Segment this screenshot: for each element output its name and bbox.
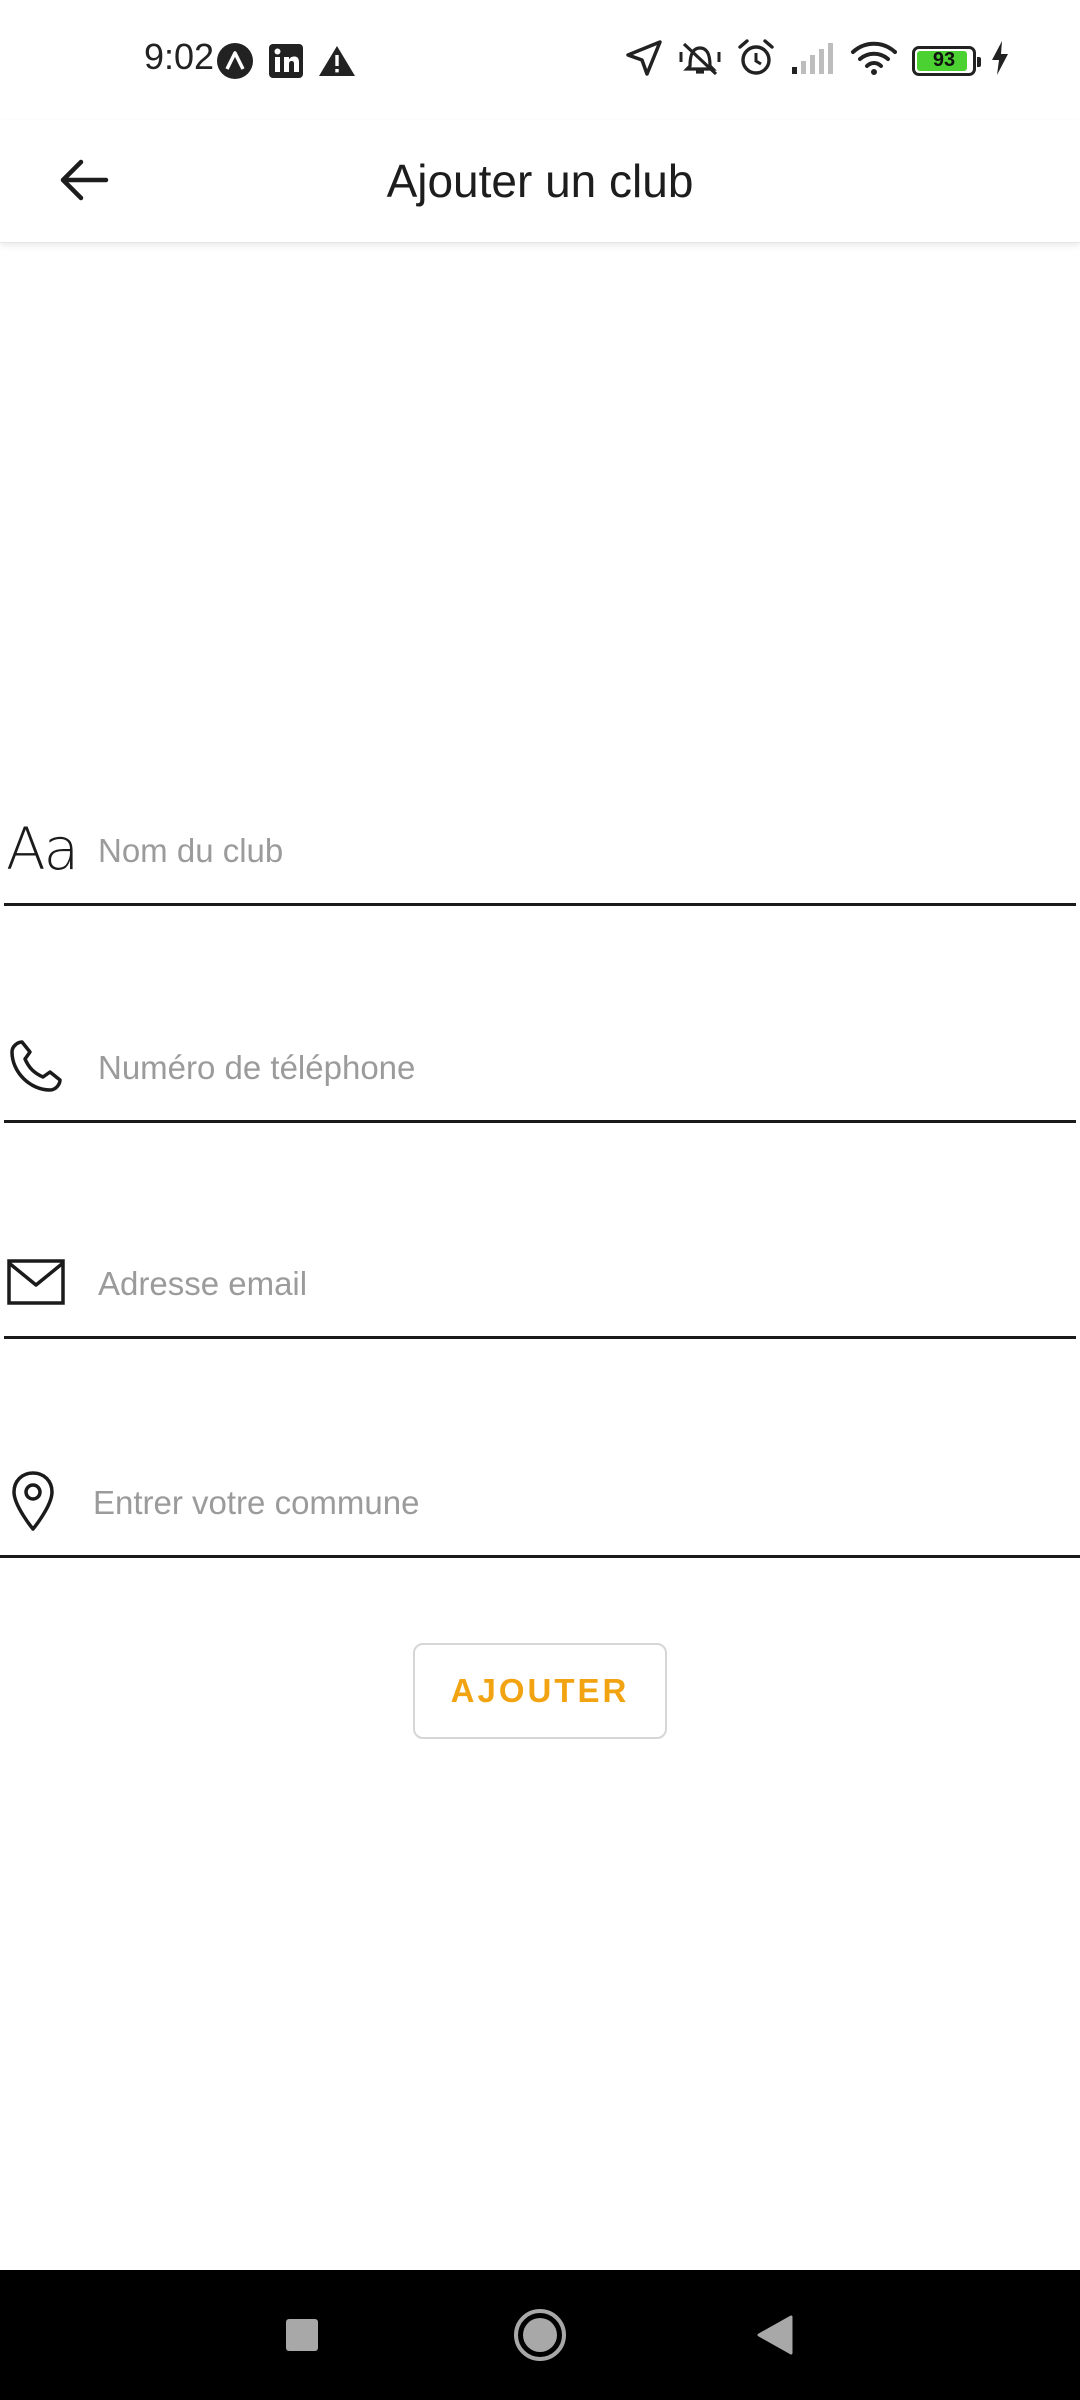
battery-level-text: 93 xyxy=(932,49,956,71)
battery-icon: 93 xyxy=(912,45,981,76)
alarm-icon xyxy=(736,38,776,83)
back-button[interactable] xyxy=(44,140,124,220)
club-name-underline xyxy=(4,903,1076,906)
home-button[interactable] xyxy=(500,2295,580,2375)
phone-underline xyxy=(4,1120,1076,1123)
email-row xyxy=(0,1229,1080,1339)
status-bar: 9:02 93 xyxy=(0,0,1080,120)
charging-icon xyxy=(990,40,1010,81)
phone-row xyxy=(0,1013,1080,1123)
nav-back-button[interactable] xyxy=(734,2295,814,2375)
email-underline xyxy=(4,1336,1076,1339)
mail-icon xyxy=(6,1247,76,1317)
warning-icon xyxy=(318,44,356,83)
email-input[interactable] xyxy=(98,1249,1058,1319)
add-button[interactable]: AJOUTER xyxy=(413,1643,667,1739)
app-bar: Ajouter un club xyxy=(0,120,1080,243)
wifi-icon xyxy=(850,39,898,82)
screen: 9:02 93 Ajouter un club Aa Nom du club N… xyxy=(0,0,1080,2400)
club-name-row: Aa xyxy=(0,796,1080,906)
vibrate-off-icon xyxy=(678,38,722,83)
status-right-icons: 93 xyxy=(624,38,1010,83)
commune-row xyxy=(0,1448,1080,1558)
text-format-icon: Aa xyxy=(6,814,79,884)
linkedin-icon xyxy=(268,43,304,84)
phone-input[interactable] xyxy=(98,1033,1058,1103)
status-left-icons xyxy=(216,42,356,85)
signal-icon xyxy=(790,41,836,80)
recents-button[interactable] xyxy=(262,2295,342,2375)
back-triangle-icon xyxy=(757,2315,793,2355)
commune-input[interactable] xyxy=(93,1468,1053,1538)
app-a-icon xyxy=(216,42,254,85)
location-arrow-icon xyxy=(624,38,664,83)
page-title: Ajouter un club xyxy=(386,155,694,207)
club-name-input[interactable] xyxy=(98,816,1058,886)
location-pin-icon xyxy=(10,1466,80,1536)
home-circle-icon xyxy=(514,2309,566,2361)
recents-square-icon xyxy=(286,2319,318,2351)
arrow-back-icon xyxy=(60,159,109,201)
status-time: 9:02 xyxy=(144,36,215,77)
phone-icon xyxy=(6,1031,76,1101)
commune-underline xyxy=(0,1555,1080,1558)
system-nav-bar xyxy=(0,2270,1080,2400)
text-format-glyph: Aa xyxy=(6,815,79,883)
